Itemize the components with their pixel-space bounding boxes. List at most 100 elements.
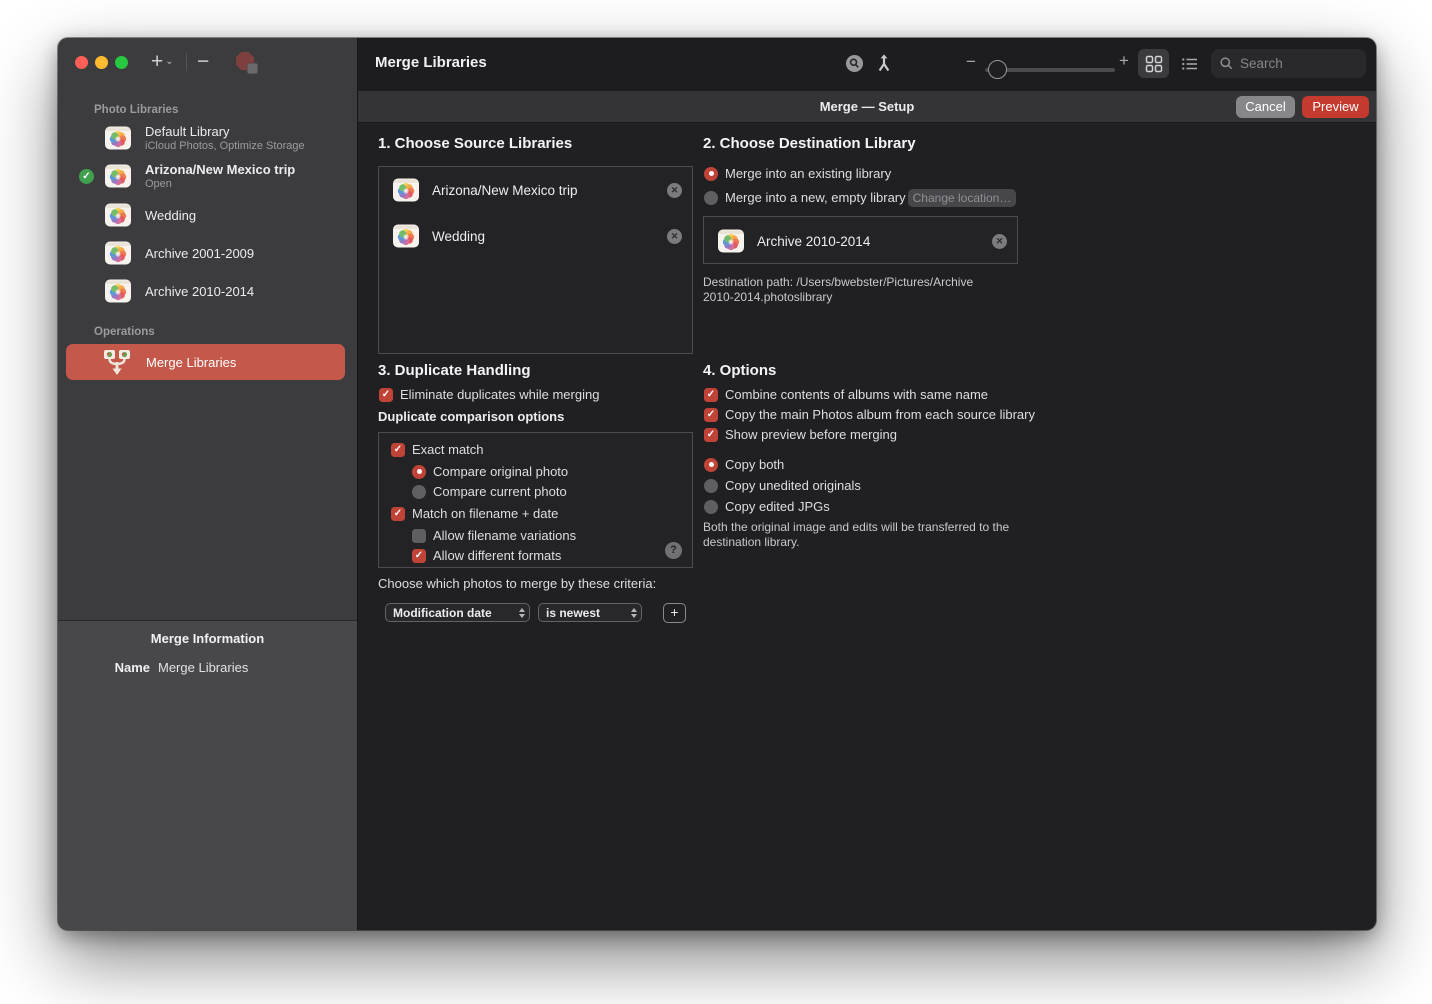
operation-title: Merge Libraries [146,354,237,370]
zoom-preview-icon[interactable] [845,54,864,73]
merge-arrows-icon[interactable] [875,53,893,73]
criteria-rule-select[interactable]: is newest [538,603,642,622]
stepper-icon [631,607,637,618]
merge-new-row[interactable]: Merge into a new, empty library [704,190,906,205]
merge-information-panel: Merge Information Name Merge Libraries [58,620,357,930]
checkbox-checked-icon[interactable]: ✓ [412,548,426,563]
list-icon [1181,55,1199,73]
checkbox-checked-icon[interactable]: ✓ [704,387,718,402]
remove-source-icon[interactable]: ✕ [667,228,682,244]
remove-source-icon[interactable]: ✕ [667,182,682,198]
compare-original-row[interactable]: Compare original photo [412,464,568,479]
radio-unselected-icon[interactable] [412,484,426,499]
criteria-field-select[interactable]: Modification date [385,603,530,622]
slider-thumb[interactable] [988,60,1007,79]
destination-library-name: Archive 2010-2014 [757,233,871,249]
grid-view-button[interactable] [1138,49,1169,78]
copy-photos-album-row[interactable]: ✓ Copy the main Photos album from each s… [704,407,1035,422]
chevron-down-icon: ⌄ [165,56,174,67]
destination-path-text: Destination path: /Users/bwebster/Pictur… [703,275,974,304]
copy-edited-label: Copy edited JPGs [725,499,830,514]
page-title: Merge Libraries [375,54,487,71]
radio-unselected-icon[interactable] [704,190,718,205]
copy-unedited-row[interactable]: Copy unedited originals [704,478,861,493]
photos-library-icon [392,223,420,249]
library-title: Arizona/New Mexico trip [145,162,296,177]
library-title: Wedding [145,207,197,223]
combine-albums-label: Combine contents of albums with same nam… [725,387,989,402]
cancel-button[interactable]: Cancel [1236,96,1295,118]
minus-icon: − [197,50,210,73]
preview-button[interactable]: Preview [1302,96,1369,118]
compare-current-row[interactable]: Compare current photo [412,484,567,499]
zoom-in-icon[interactable]: + [1119,51,1129,71]
allow-variations-label: Allow filename variations [433,528,577,543]
source-library-row[interactable]: Arizona/New Mexico trip ✕ [379,167,692,213]
checkbox-checked-icon[interactable]: ✓ [704,427,718,442]
help-button[interactable]: ? [665,542,682,559]
checkbox-unchecked-icon[interactable] [412,528,426,543]
copy-both-label: Copy both [725,457,785,472]
remove-destination-icon[interactable]: ✕ [992,233,1007,249]
photos-library-icon [104,240,132,266]
sidebar-item-archive-2001-2009[interactable]: Archive 2001-2009 [104,238,349,268]
copy-both-row[interactable]: Copy both [704,457,784,472]
destination-library-row[interactable]: Archive 2010-2014 ✕ [704,217,1017,264]
checkbox-checked-icon[interactable]: ✓ [704,407,718,422]
sidebar-item-merge-libraries[interactable]: Merge Libraries [66,344,345,380]
name-value: Merge Libraries [158,660,249,675]
show-preview-row[interactable]: ✓ Show preview before merging [704,427,897,442]
checkbox-checked-icon[interactable]: ✓ [391,442,405,457]
checkbox-checked-icon[interactable]: ✓ [379,387,393,402]
merge-existing-row[interactable]: Merge into an existing library [704,166,891,181]
sidebar-item-default-library[interactable]: Default Library iCloud Photos, Optimize … [104,118,349,158]
photos-library-icon [104,202,132,228]
checkbox-checked-icon[interactable]: ✓ [391,506,405,521]
allow-variations-row[interactable]: Allow filename variations [412,528,576,543]
duplicate-handling-heading: 3. Duplicate Handling [378,362,531,379]
copy-unedited-label: Copy unedited originals [725,478,861,493]
photos-library-icon [104,163,132,189]
source-library-row[interactable]: Wedding ✕ [379,213,692,259]
source-libraries-heading: 1. Choose Source Libraries [378,135,573,152]
sidebar-item-wedding[interactable]: Wedding [104,200,349,230]
eliminate-duplicates-label: Eliminate duplicates while merging [400,387,600,402]
criteria-field-value: Modification date [393,605,492,620]
copy-edited-row[interactable]: Copy edited JPGs [704,499,830,514]
match-filename-row[interactable]: ✓ Match on filename + date [391,506,558,521]
sidebar-item-archive-2010-2014[interactable]: Archive 2010-2014 [104,276,349,306]
sidebar: + ⌄ − Photo Libraries Default Library iCl… [58,38,358,930]
criteria-caption: Choose which photos to merge by these cr… [378,576,657,591]
zoom-out-icon[interactable]: − [966,52,976,72]
radio-unselected-icon[interactable] [704,499,718,514]
radio-unselected-icon[interactable] [704,478,718,493]
search-input[interactable] [1240,56,1358,71]
radio-selected-icon[interactable] [704,457,718,472]
library-subtitle: Open [145,178,172,190]
add-library-button[interactable]: + ⌄ [151,48,174,76]
close-window-button[interactable] [75,56,88,69]
merge-libraries-icon [100,349,134,376]
allow-formats-row[interactable]: ✓ Allow different formats [412,548,561,563]
radio-selected-icon[interactable] [412,464,426,479]
thumbnail-zoom-slider[interactable] [985,60,1115,79]
exact-match-row[interactable]: ✓ Exact match [391,442,484,457]
eliminate-duplicates-row[interactable]: ✓ Eliminate duplicates while merging [379,387,599,402]
list-view-button[interactable] [1174,49,1205,78]
minimize-window-button[interactable] [95,56,108,69]
add-criteria-button[interactable]: + [663,603,686,623]
match-filename-label: Match on filename + date [412,506,559,521]
change-location-button[interactable]: Change location… [908,189,1016,207]
merge-existing-label: Merge into an existing library [725,166,892,181]
zoom-window-button[interactable] [115,56,128,69]
sidebar-item-arizona[interactable]: Arizona/New Mexico trip Open [104,156,349,196]
copy-photos-album-label: Copy the main Photos album from each sou… [725,407,1035,422]
library-title: Archive 2010-2014 [145,283,255,299]
search-field[interactable] [1211,49,1366,78]
remove-library-button[interactable]: − [197,48,209,76]
options-note: Both the original image and edits will b… [703,520,1010,549]
radio-selected-icon[interactable] [704,166,718,181]
photos-library-icon [717,228,745,254]
options-heading: 4. Options [703,362,777,379]
combine-albums-row[interactable]: ✓ Combine contents of albums with same n… [704,387,988,402]
